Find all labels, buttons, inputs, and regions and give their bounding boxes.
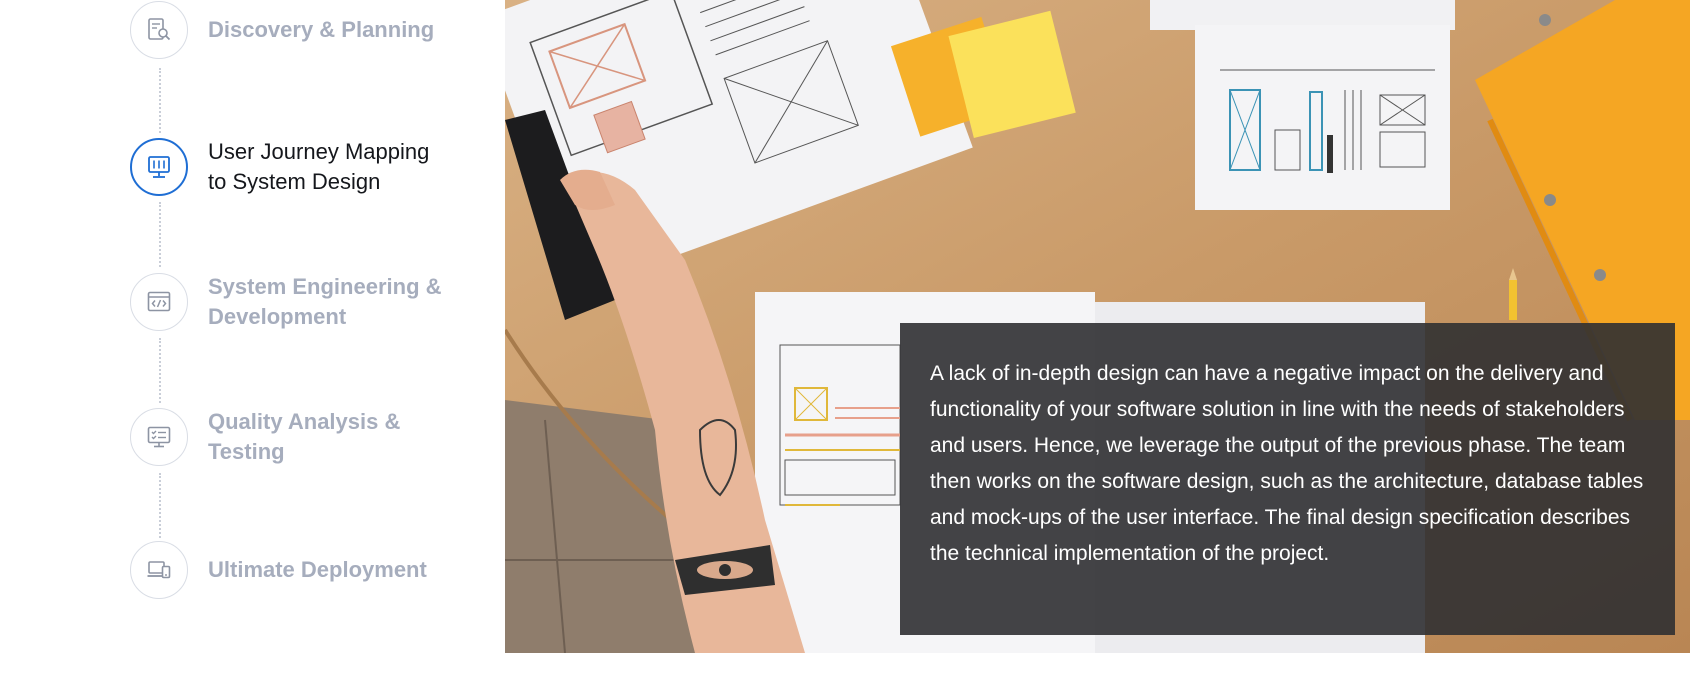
timeline-connector [159, 473, 161, 538]
system-design-icon [148, 156, 170, 178]
step-label: Discovery & Planning [208, 17, 435, 42]
step-label: User Journey Mapping to System Design [208, 139, 430, 194]
monitor-checklist-icon [147, 426, 171, 448]
process-step-user-journey-mapping[interactable]: User Journey Mapping to System Design [130, 137, 448, 197]
process-timeline: Discovery & Planning User Journey Mappin… [0, 0, 470, 688]
process-step-quality-analysis[interactable]: Quality Analysis & Testing [130, 407, 448, 467]
timeline-connector [159, 202, 161, 267]
timeline-connector [159, 68, 161, 133]
code-window-icon [147, 291, 171, 312]
phase-description-text: A lack of in-depth design can have a neg… [930, 362, 1644, 565]
step-label: Ultimate Deployment [208, 557, 427, 582]
timeline-connector [159, 338, 161, 403]
process-step-ultimate-deployment[interactable]: Ultimate Deployment [130, 541, 448, 599]
search-document-icon [148, 18, 171, 41]
step-label: System Engineering & Development [208, 274, 442, 329]
step-label: Quality Analysis & Testing [208, 409, 401, 464]
devices-icon [147, 561, 171, 579]
step-icon-circle [130, 273, 188, 331]
step-icon-circle [130, 408, 188, 466]
process-step-system-engineering[interactable]: System Engineering & Development [130, 272, 448, 332]
step-icon-circle [130, 138, 188, 196]
phase-description-panel: A lack of in-depth design can have a neg… [900, 323, 1675, 635]
process-step-discovery-planning[interactable]: Discovery & Planning [130, 1, 448, 59]
step-icon-circle [130, 541, 188, 599]
step-icon-circle [130, 1, 188, 59]
